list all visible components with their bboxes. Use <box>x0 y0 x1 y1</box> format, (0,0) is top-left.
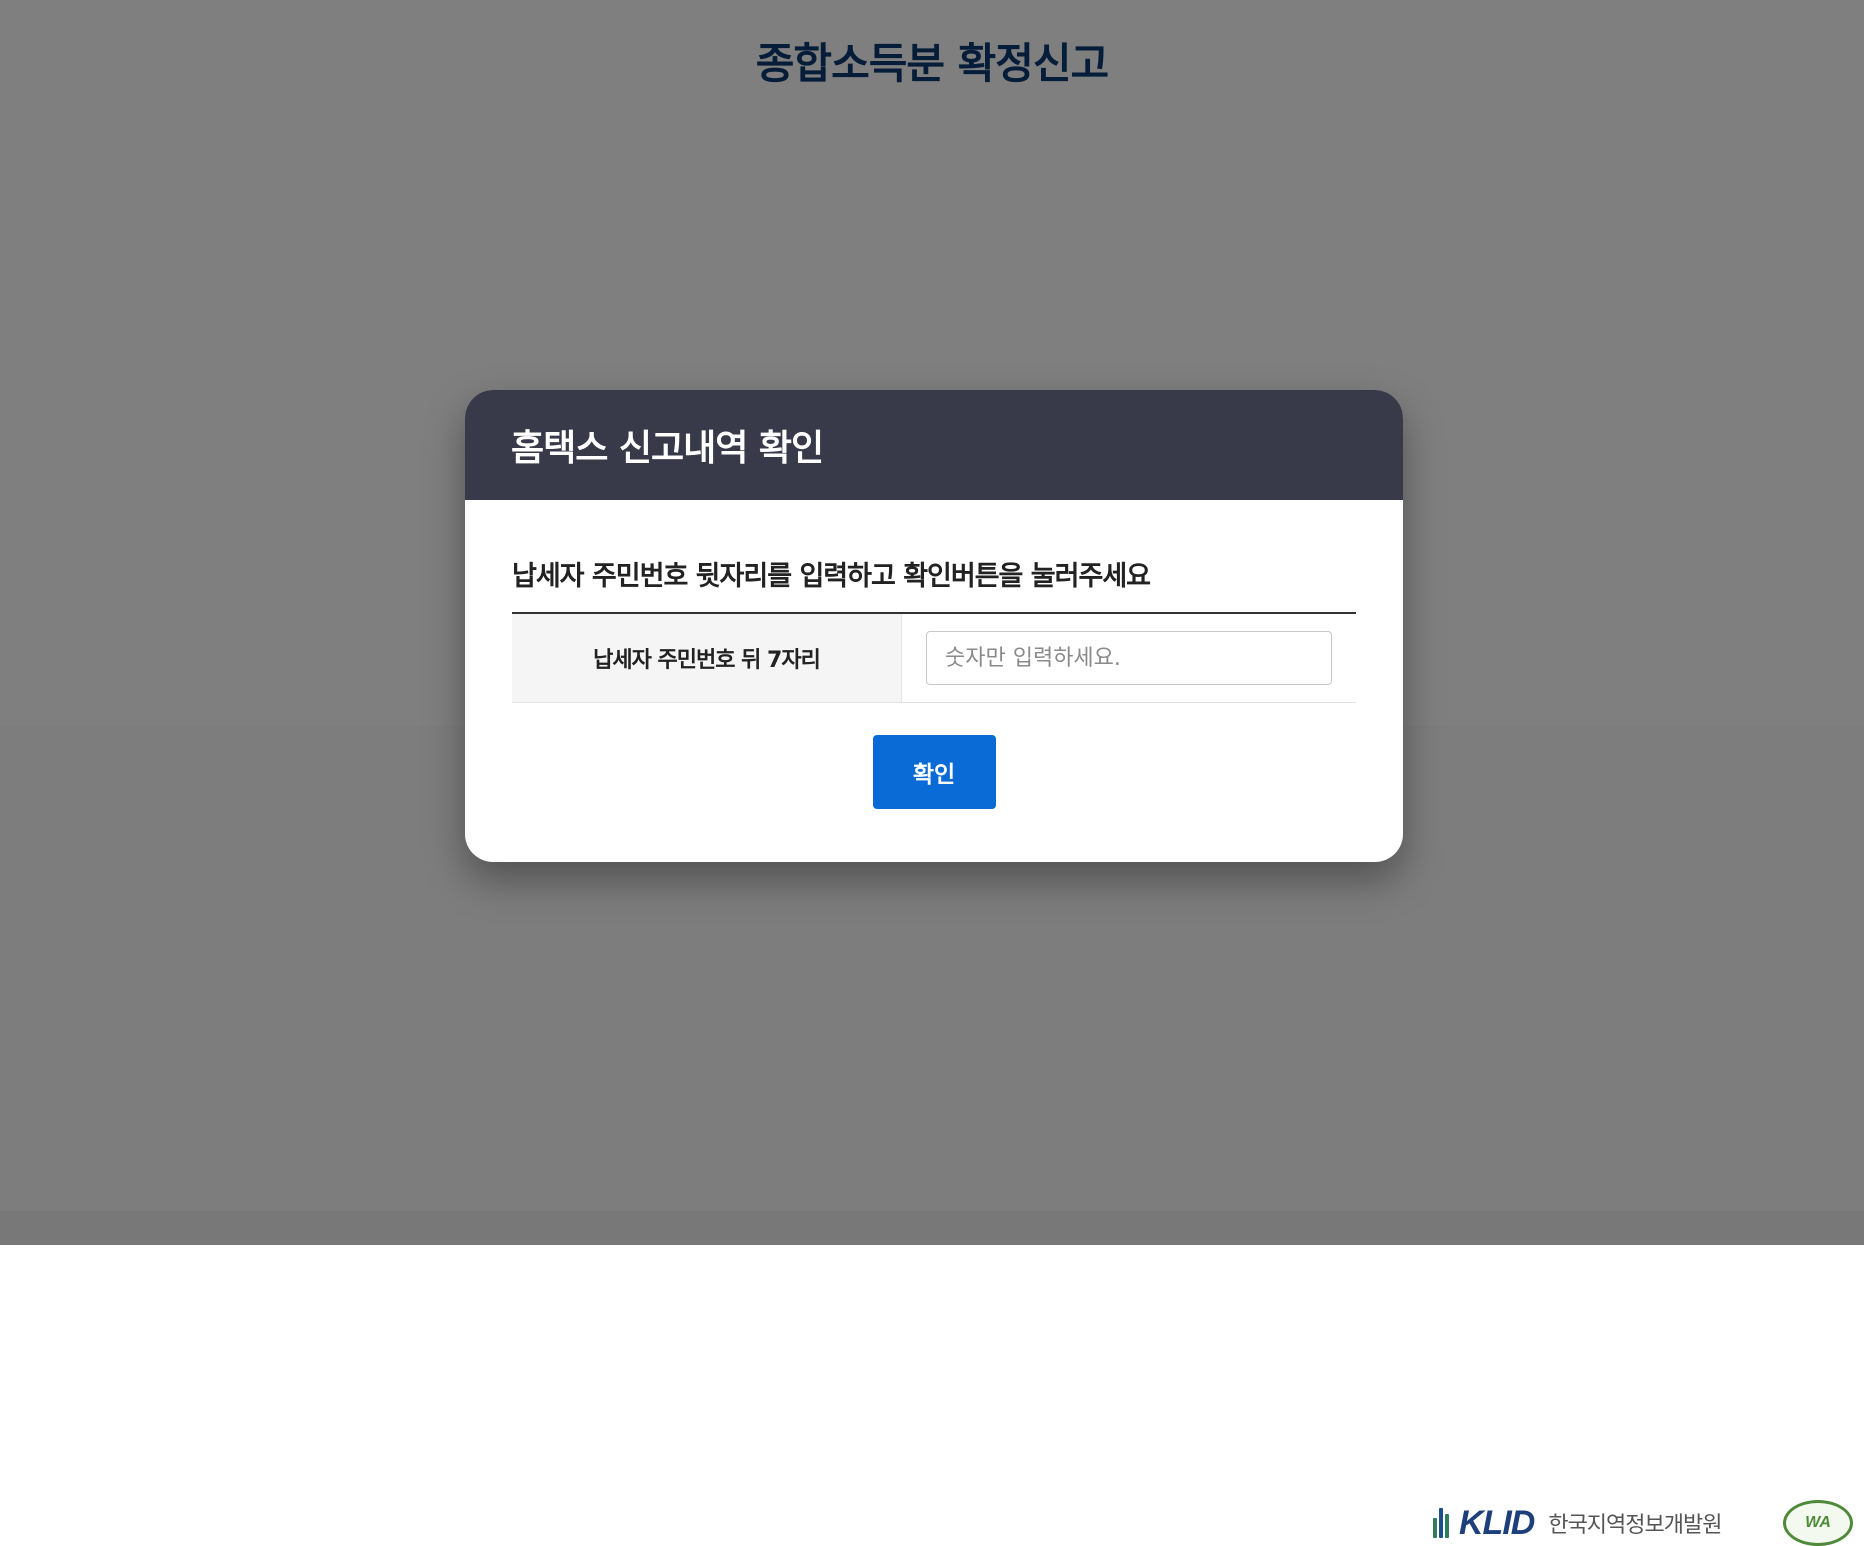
resident-number-form: 납세자 주민번호 뒤 7자리 <box>512 612 1356 703</box>
modal-body: 납세자 주민번호 뒷자리를 입력하고 확인버튼을 눌러주세요 납세자 주민번호 … <box>465 558 1403 809</box>
modal-header: 홈택스 신고내역 확인 <box>465 390 1403 500</box>
wa-certification-icon: WA <box>1783 1500 1853 1546</box>
klid-logo-text: KLID <box>1459 1503 1535 1542</box>
klid-mark-icon <box>1433 1508 1451 1538</box>
resident-number-input-cell <box>902 614 1356 702</box>
modal-title: 홈택스 신고내역 확인 <box>511 428 824 469</box>
hometax-verification-modal: 홈택스 신고내역 확인 납세자 주민번호 뒷자리를 입력하고 확인버튼을 눌러주… <box>465 390 1403 862</box>
klid-logo[interactable]: KLID 한국지역정보개발원 <box>1433 1503 1723 1543</box>
klid-org-name: 한국지역정보개발원 <box>1548 1513 1722 1538</box>
modal-instruction: 납세자 주민번호 뒷자리를 입력하고 확인버튼을 눌러주세요 <box>512 561 1151 592</box>
wa-logo-text: WA <box>1805 1514 1831 1531</box>
button-row: 확인 <box>512 735 1356 809</box>
confirm-button[interactable]: 확인 <box>872 735 996 809</box>
resident-number-label: 납세자 주민번호 뒤 7자리 <box>512 614 902 702</box>
resident-number-input[interactable] <box>926 631 1332 685</box>
